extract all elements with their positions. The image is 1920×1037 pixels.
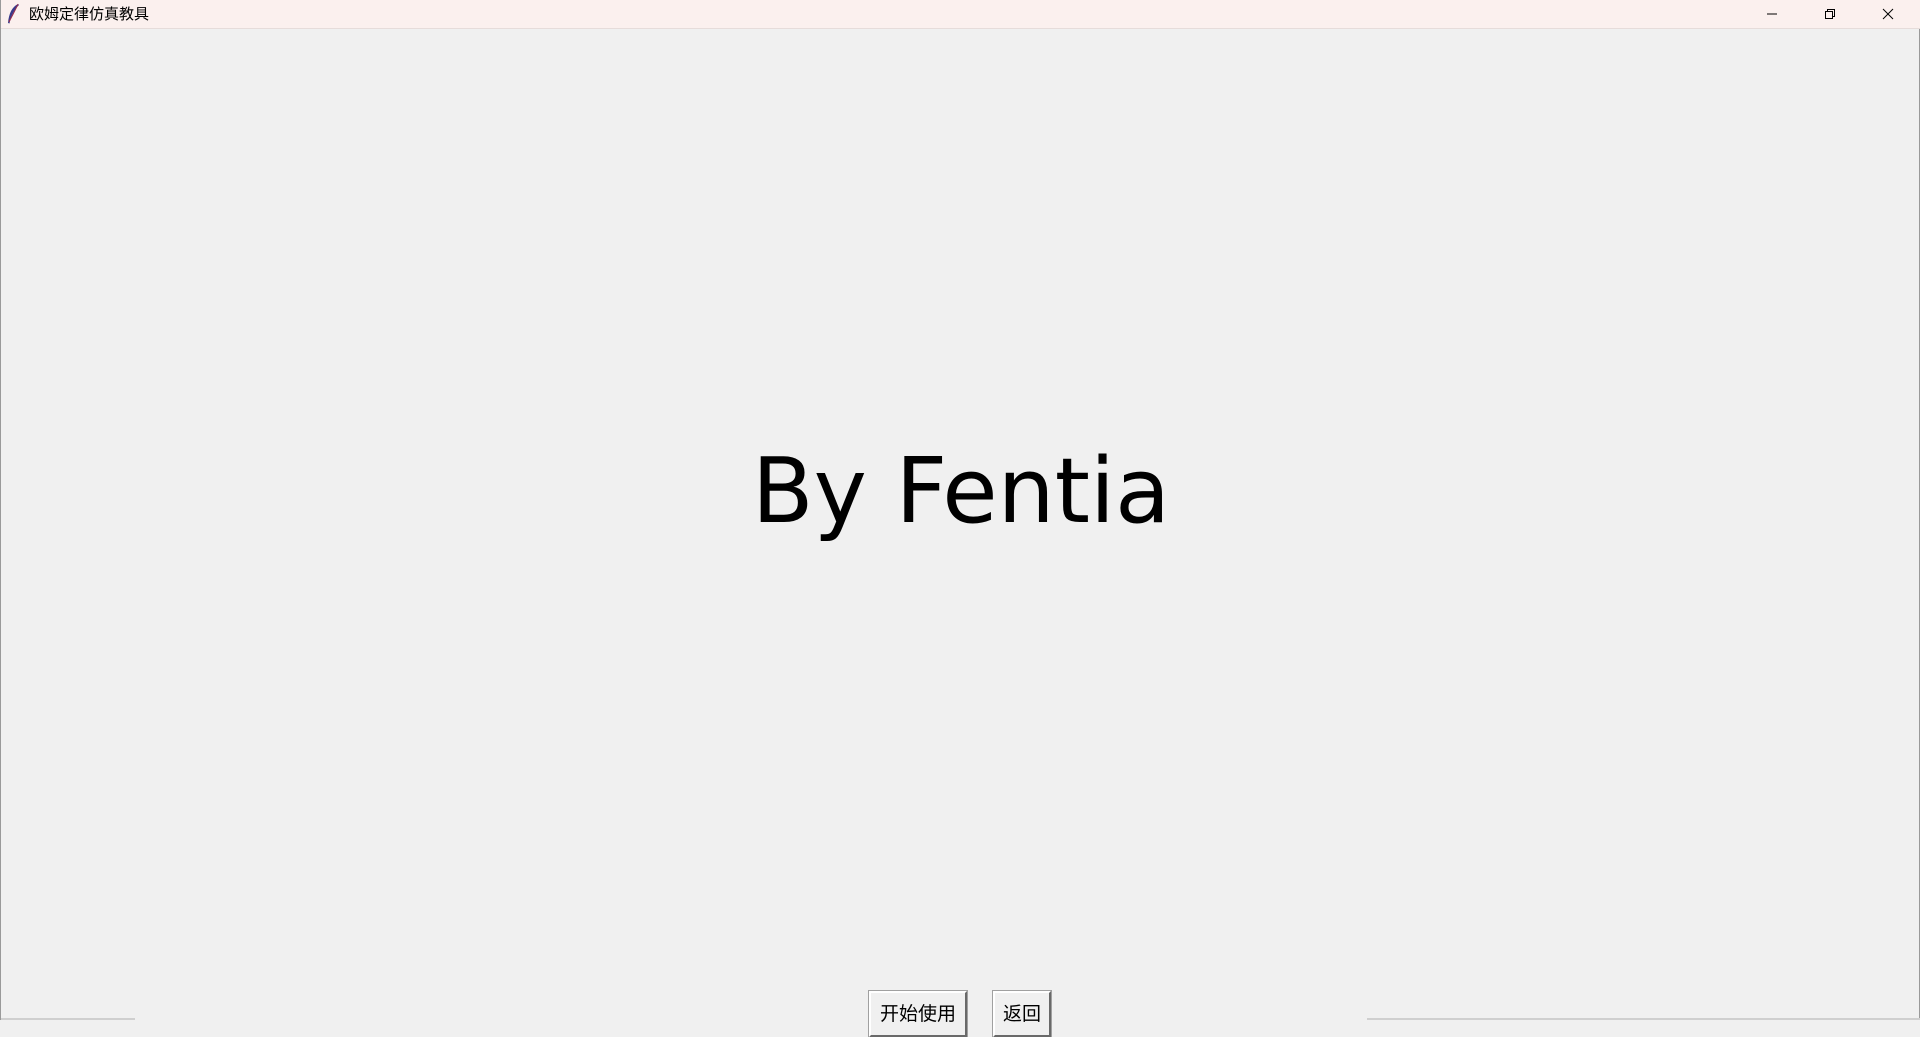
author-heading: By Fentia (751, 439, 1171, 544)
restore-button[interactable] (1801, 0, 1859, 29)
feather-icon (5, 3, 21, 25)
app-window: 欧姆定律仿真教具 By Fentia 开始使用 返回 (0, 0, 1920, 1037)
minimize-button[interactable] (1743, 0, 1801, 29)
main-content: By Fentia 开始使用 返回 (1, 29, 1920, 1037)
minimize-icon (1766, 5, 1778, 24)
close-icon (1882, 5, 1894, 24)
window-title: 欧姆定律仿真教具 (29, 5, 150, 23)
close-button[interactable] (1859, 0, 1917, 29)
restore-icon (1824, 5, 1836, 24)
start-button[interactable]: 开始使用 (868, 990, 968, 1037)
title-bar[interactable]: 欧姆定律仿真教具 (1, 0, 1920, 29)
back-button[interactable]: 返回 (992, 990, 1052, 1037)
